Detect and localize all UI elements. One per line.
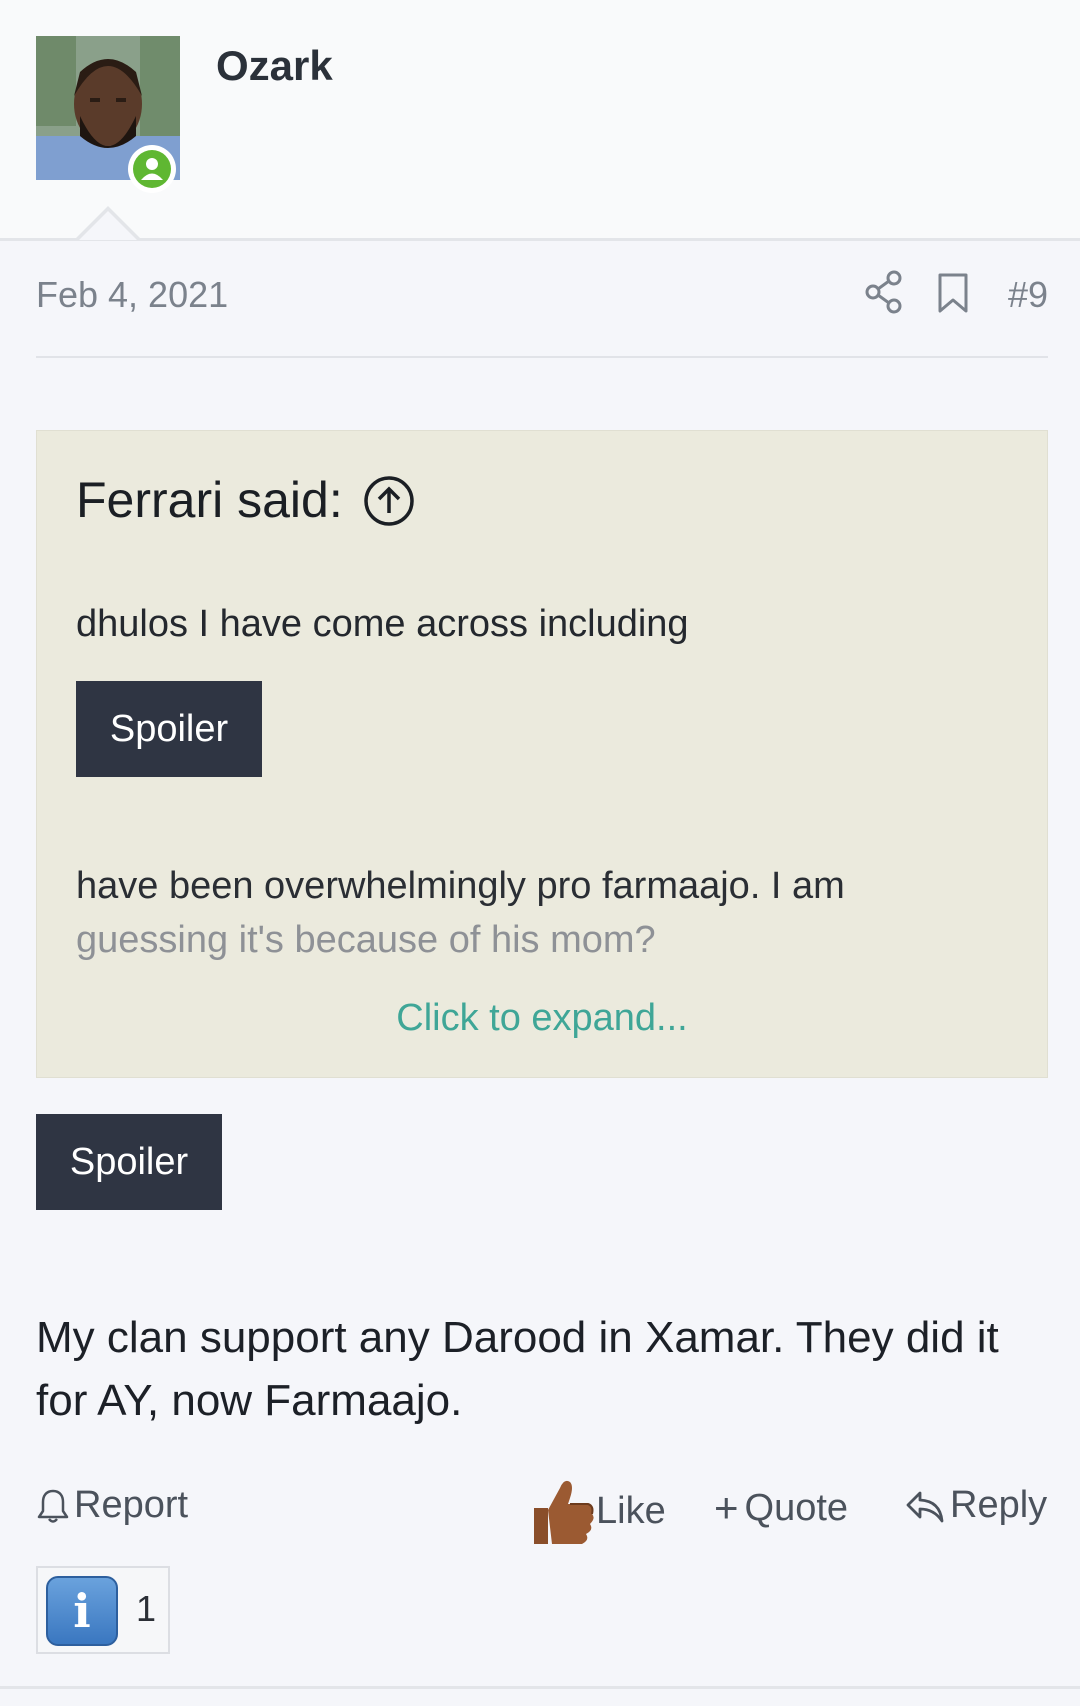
reaction-summary[interactable]: i 1 <box>36 1566 170 1654</box>
quote-button[interactable]: + Quote <box>714 1484 848 1532</box>
quote-text: have been overwhelmingly pro farmaajo. I… <box>76 865 845 907</box>
post-meta: Feb 4, 2021 #9 <box>36 270 1048 320</box>
plus-icon: + <box>714 1484 739 1531</box>
share-icon[interactable] <box>864 270 904 323</box>
spoiler-button[interactable]: Spoiler <box>36 1114 222 1210</box>
info-icon: i <box>46 1576 118 1646</box>
divider <box>0 1686 1080 1689</box>
quote-text-faded: guessing it's because of his mom? <box>76 919 656 961</box>
quote-author[interactable]: Ferrari said: <box>76 471 343 529</box>
report-button[interactable]: Report <box>36 1484 188 1527</box>
expand-link[interactable]: Click to expand... <box>37 997 1047 1040</box>
jump-to-quote-icon[interactable] <box>363 475 415 532</box>
online-status-icon <box>128 145 176 193</box>
quote-text: dhulos I have come across including <box>76 603 689 645</box>
post-body: My clan support any Darood in Xamar. The… <box>36 1313 999 1425</box>
post-date[interactable]: Feb 4, 2021 <box>36 274 228 316</box>
quote-block: Ferrari said: dhulos I have come across … <box>36 430 1048 1078</box>
like-button[interactable]: Like <box>526 1474 666 1548</box>
reply-button[interactable]: Reply <box>904 1484 1047 1527</box>
reaction-count: 1 <box>136 1588 157 1629</box>
reply-icon <box>906 1491 944 1522</box>
post-number[interactable]: #9 <box>1008 274 1048 316</box>
thumbs-up-icon <box>534 1480 594 1544</box>
post-header: Ozark <box>0 0 1080 241</box>
username[interactable]: Ozark <box>216 42 333 90</box>
bookmark-icon[interactable] <box>936 272 970 323</box>
post-actions: Report Like + Quote Reply <box>36 1478 1048 1548</box>
spoiler-button[interactable]: Spoiler <box>76 681 262 777</box>
bell-icon <box>37 1489 69 1523</box>
divider <box>36 356 1048 358</box>
